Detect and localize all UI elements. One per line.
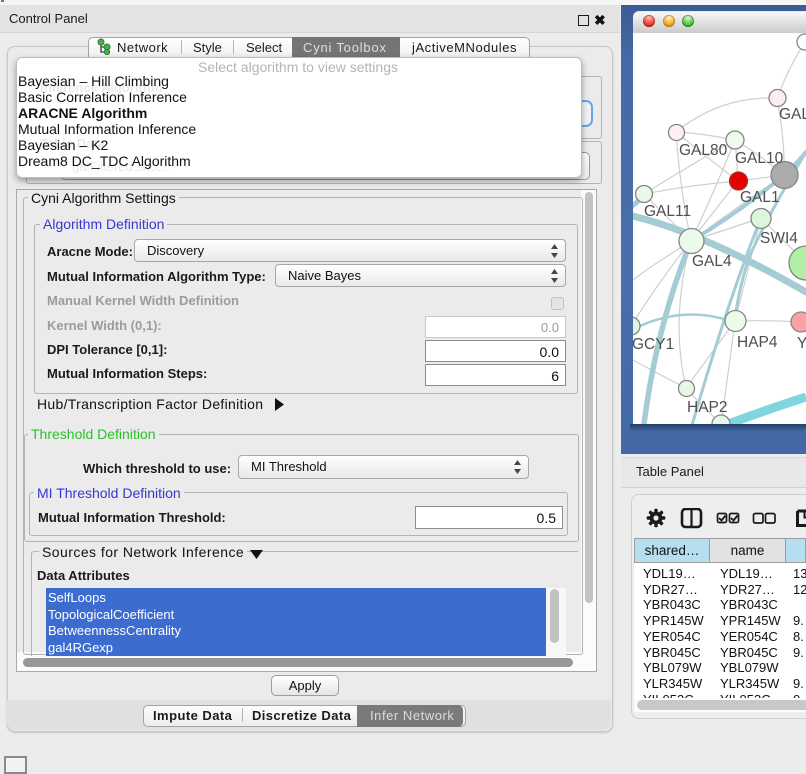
svg-text:GAL: GAL [779,106,806,123]
svg-text:GAL11: GAL11 [644,203,691,220]
svg-text:GAL80: GAL80 [679,142,728,159]
svg-text:HAP4: HAP4 [737,334,778,351]
svg-text:Y: Y [797,335,806,352]
svg-text:GAL4: GAL4 [692,253,732,270]
svg-text:HAP2: HAP2 [687,399,728,416]
svg-text:GCY1: GCY1 [633,336,674,353]
svg-text:SWI4: SWI4 [760,230,798,247]
svg-text:GAL1: GAL1 [740,189,780,206]
svg-text:GAL10: GAL10 [735,150,784,167]
